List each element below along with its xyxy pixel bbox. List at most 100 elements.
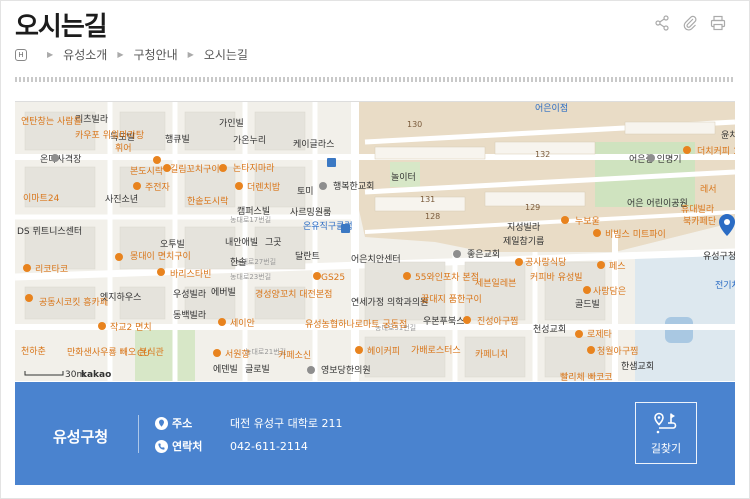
map-poi-label: 누보울 (575, 216, 600, 227)
map-poi-label: 한솥도시락 (187, 195, 228, 207)
route-icon (654, 412, 678, 434)
print-icon[interactable] (710, 15, 726, 31)
breadcrumb-item-directions[interactable]: 오시는길 (204, 46, 248, 63)
map-brand-logo: kakao (81, 370, 111, 380)
map-label: 온다사격장 (40, 153, 81, 165)
map-label: 윤치 (721, 129, 735, 141)
map-label: 골드빌 (575, 299, 600, 310)
address-value: 대전 유성구 대학로 211 (230, 417, 343, 430)
divider (138, 415, 139, 453)
breadcrumb-separator: ▶ (187, 50, 194, 59)
directions-button[interactable]: 길찾기 (635, 402, 697, 464)
map-label: 좋은교회 (467, 249, 500, 260)
map-view[interactable]: 130 132 131 129 128 농대로17번길 농대로23번길 농대로2… (15, 101, 735, 381)
map-poi-label: 세이안 (230, 318, 255, 329)
phone-value: 042-611-2114 (230, 439, 308, 453)
map-poi-label: 바리스타빈 (170, 269, 211, 280)
map-poi-label: 레서 (700, 184, 717, 195)
page-tools (654, 15, 726, 31)
dotted-divider (15, 77, 735, 82)
breadcrumb: H ▶ 유성소개 ▶ 구청안내 ▶ 오시는길 (15, 46, 248, 63)
map-poi-label: 로제타 (587, 329, 613, 340)
map-poi-label: 더치커피 1501 (697, 145, 735, 157)
map-label: 지성빌라 (507, 222, 541, 233)
map-poi-label: 논타지마라 (233, 163, 275, 174)
road-number: 128 (425, 212, 440, 221)
map-poi-label: 연탄창는 사람들 (21, 115, 82, 127)
map-poi-label: 서원향 (225, 348, 250, 360)
phone-label: 연락처 (172, 440, 203, 453)
map-poi-label: CU (137, 349, 150, 359)
address-label: 주소 (172, 417, 193, 430)
share-icon[interactable] (654, 15, 670, 31)
map-label: 한솔 (230, 257, 247, 268)
map-label: 사진소년 (105, 194, 138, 205)
road-number: 132 (535, 150, 550, 159)
page-title: 오시는길 (15, 12, 108, 42)
map-poi-label: 공동시코킷 흥카페 (39, 296, 108, 308)
map-label: 제일참기름 (503, 236, 544, 247)
map-label: 캠퍼스빌 (237, 205, 270, 217)
map-label: 행복한교회 (333, 180, 374, 192)
map-poi-label: GS25 (321, 273, 345, 283)
map-label: 가인빌 (219, 118, 244, 129)
map-label: 가온누리 (233, 135, 266, 146)
map-label: 글로빌 (245, 364, 270, 375)
phone-icon (155, 439, 168, 453)
map-label: 토미 (297, 186, 314, 197)
map-label: 연세가정 의학과의원 (351, 297, 428, 308)
breadcrumb-separator: ▶ (47, 50, 54, 59)
map-label: 어은중 인명기 (629, 154, 682, 165)
map-poi-label: 카페소신 (278, 350, 311, 361)
map-poi-label: 유성농협하나로마트 궁동점 (305, 318, 407, 330)
map-label: 달란트 (295, 250, 320, 262)
map-poi-label: 더렌치밥 (247, 181, 280, 193)
attach-icon[interactable] (682, 15, 698, 31)
map-poi-label: 청월아구찜 (597, 345, 638, 357)
map-poi-label: 북카페단 (683, 216, 716, 227)
map-label: 영보당한의원 (321, 365, 371, 376)
road-name: 농대로23번길 (230, 272, 271, 281)
map-label: 오투빌 (160, 239, 185, 250)
breadcrumb-separator: ▶ (117, 50, 124, 59)
map-poi-label: 몽대이 면치구이 (130, 250, 191, 262)
map-label: 그곳 (265, 237, 282, 248)
breadcrumb-item-office-guide[interactable]: 구청안내 (133, 46, 177, 63)
map-poi-label: 카페니치 (475, 348, 508, 360)
map-label: 한샘교회 (621, 361, 654, 372)
map-label: 사르밍원룸 (290, 207, 331, 218)
map-canvas[interactable]: 130 132 131 129 128 농대로17번길 농대로23번길 농대로2… (15, 102, 735, 381)
map-poi-label: 진성아구찜 (477, 316, 518, 327)
map-poi-label: 가배로스터스 (411, 345, 461, 356)
map-poi-label: 작교2 면치 (110, 321, 152, 333)
map-poi-label: 리코타코 (35, 264, 68, 275)
map-label: 에덴빌 (213, 364, 238, 375)
map-poi-label: 휘어 (115, 143, 132, 154)
map-label: 엣지하우스 (100, 292, 141, 303)
home-icon[interactable]: H (15, 48, 27, 61)
map-label: 우성빌라 (173, 289, 207, 300)
map-poi-label: 55와인포차 본점 (415, 271, 479, 283)
map-label: 에버빌 (211, 287, 236, 298)
map-poi-label: 세븐일레븐 (475, 278, 516, 289)
location-info-bar: 유성구청 주소 대전 유성구 대학로 211 연락처 042-611-2114 … (15, 382, 735, 485)
map-poi-label: 경성양꼬치 대전본점 (255, 288, 332, 300)
road-number: 131 (420, 195, 435, 204)
map-label: 전기차 (715, 279, 735, 291)
map-label: 행큐빌 (165, 133, 190, 145)
map-label: 어은이점 (535, 102, 568, 114)
map-poi-label: 페스 (609, 261, 626, 272)
map-label: 천성교회 (533, 324, 566, 335)
map-poi-label: 천하춘 (21, 346, 46, 357)
map-poi-label: 이마트24 (23, 193, 60, 204)
map-label: 우본푸북스 (423, 316, 464, 327)
map-label: 어은치안센터 (351, 253, 401, 265)
map-poi-label: 빨리체 빠코코 (560, 372, 613, 381)
map-poi-label: 카우포 위워마라탕 (75, 130, 144, 141)
road-number: 129 (525, 203, 540, 212)
map-label: 놀이터 (391, 172, 416, 183)
map-poi-label: 길림꼬치구이 (170, 163, 220, 175)
map-label: 케이글라스 (293, 139, 334, 150)
breadcrumb-item-intro[interactable]: 유성소개 (63, 46, 107, 63)
map-label: 어은 어린이공원 (627, 198, 688, 209)
